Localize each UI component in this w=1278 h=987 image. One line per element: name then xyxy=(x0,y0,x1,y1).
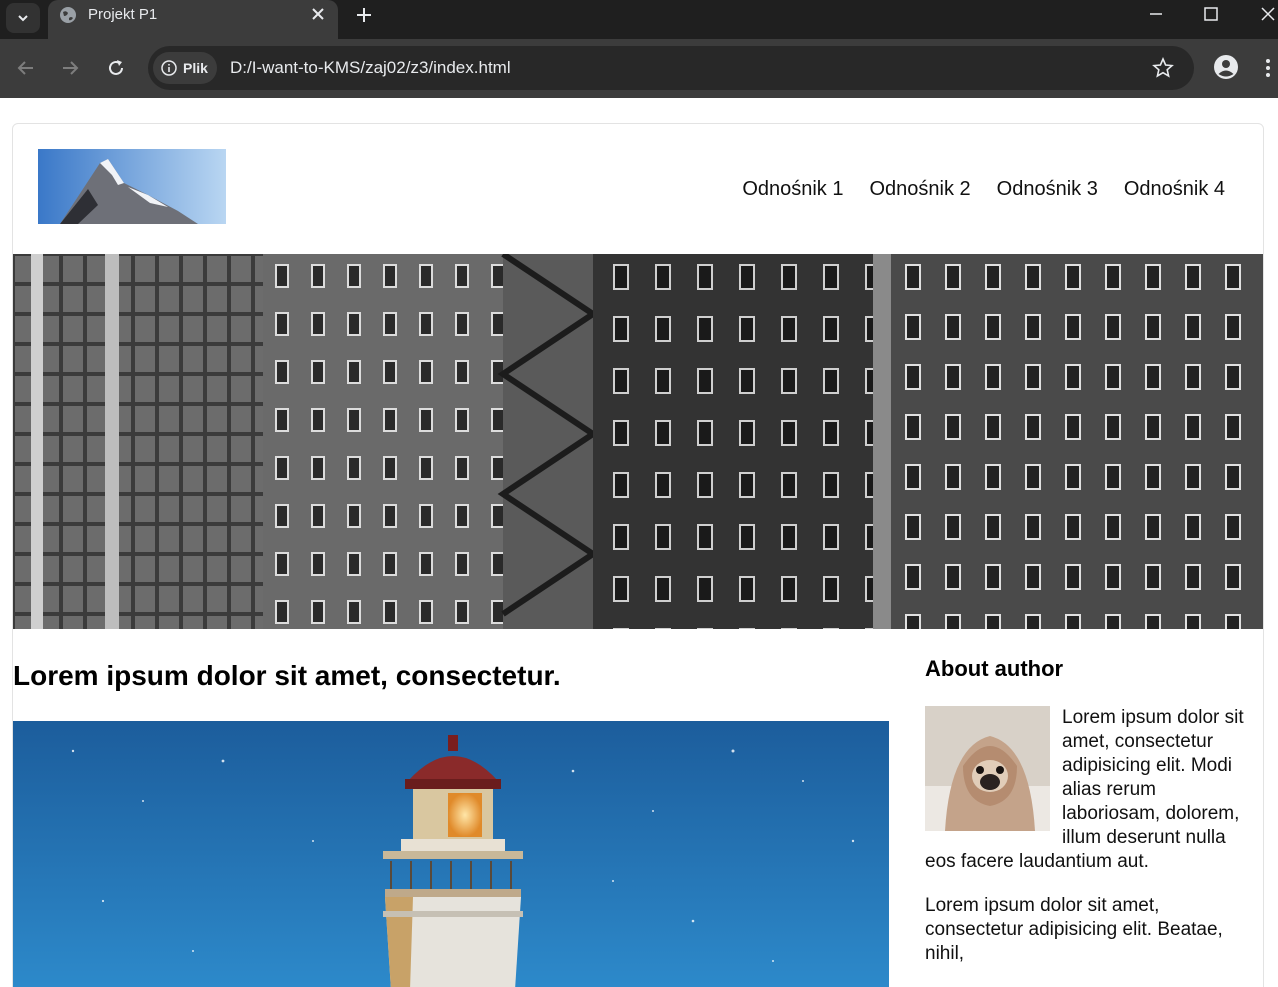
close-window-icon[interactable] xyxy=(1260,6,1276,22)
main-nav: Odnośnik 1 Odnośnik 2 Odnośnik 3 Odnośni… xyxy=(742,178,1225,201)
new-tab-icon[interactable] xyxy=(354,5,374,25)
menu-kebab-icon[interactable] xyxy=(1262,56,1274,80)
lighthouse-photo xyxy=(13,721,889,987)
aside-title: About author xyxy=(925,656,1064,681)
nav-link-1[interactable]: Odnośnik 1 xyxy=(742,178,843,201)
address-bar[interactable]: Plik D:/I-want-to-KMS/zaj02/z3/index.htm… xyxy=(148,46,1194,90)
site-logo[interactable] xyxy=(38,149,226,224)
chevron-down-icon xyxy=(18,15,28,22)
site-info-chip[interactable]: Plik xyxy=(153,52,217,84)
minimize-icon[interactable] xyxy=(1148,6,1164,22)
maximize-icon[interactable] xyxy=(1203,6,1219,22)
profile-avatar-icon[interactable] xyxy=(1214,55,1238,79)
tab-search-button[interactable] xyxy=(6,3,40,33)
url-text[interactable]: D:/I-want-to-KMS/zaj02/z3/index.html xyxy=(230,58,511,78)
page-container: Odnośnik 1 Odnośnik 2 Odnośnik 3 Odnośni… xyxy=(12,123,1264,987)
globe-icon xyxy=(60,7,76,23)
bookmark-star-icon[interactable] xyxy=(1152,57,1174,79)
reload-icon[interactable] xyxy=(105,57,127,79)
author-bio-paragraph-2: Lorem ipsum dolor sit amet, consectetur … xyxy=(925,895,1223,964)
nav-link-4[interactable]: Odnośnik 4 xyxy=(1124,178,1225,201)
active-tab[interactable]: Projekt P1 xyxy=(48,0,338,39)
article-title: Lorem ipsum dolor sit amet, consectetur. xyxy=(13,660,561,691)
article-image xyxy=(13,721,889,987)
mountain-logo-image xyxy=(38,149,226,224)
pug-photo xyxy=(925,706,1050,831)
nav-link-3[interactable]: Odnośnik 3 xyxy=(997,178,1098,201)
buildings-photo xyxy=(13,254,1263,629)
page-viewport: Odnośnik 1 Odnośnik 2 Odnośnik 3 Odnośni… xyxy=(0,98,1278,987)
site-info-label: Plik xyxy=(183,60,208,76)
hero-image xyxy=(13,254,1263,629)
author-photo xyxy=(925,706,1050,831)
tab-title: Projekt P1 xyxy=(88,6,158,23)
nav-link-2[interactable]: Odnośnik 2 xyxy=(869,178,970,201)
forward-arrow-icon[interactable] xyxy=(59,57,81,79)
back-arrow-icon[interactable] xyxy=(15,57,37,79)
about-author-sidebar: About author Lorem ipsum dolor sit amet,… xyxy=(925,656,1245,966)
browser-toolbar: Plik D:/I-want-to-KMS/zaj02/z3/index.htm… xyxy=(0,39,1278,98)
info-icon xyxy=(161,60,177,76)
close-tab-icon[interactable] xyxy=(310,6,326,22)
tab-strip: Projekt P1 xyxy=(0,0,1278,39)
